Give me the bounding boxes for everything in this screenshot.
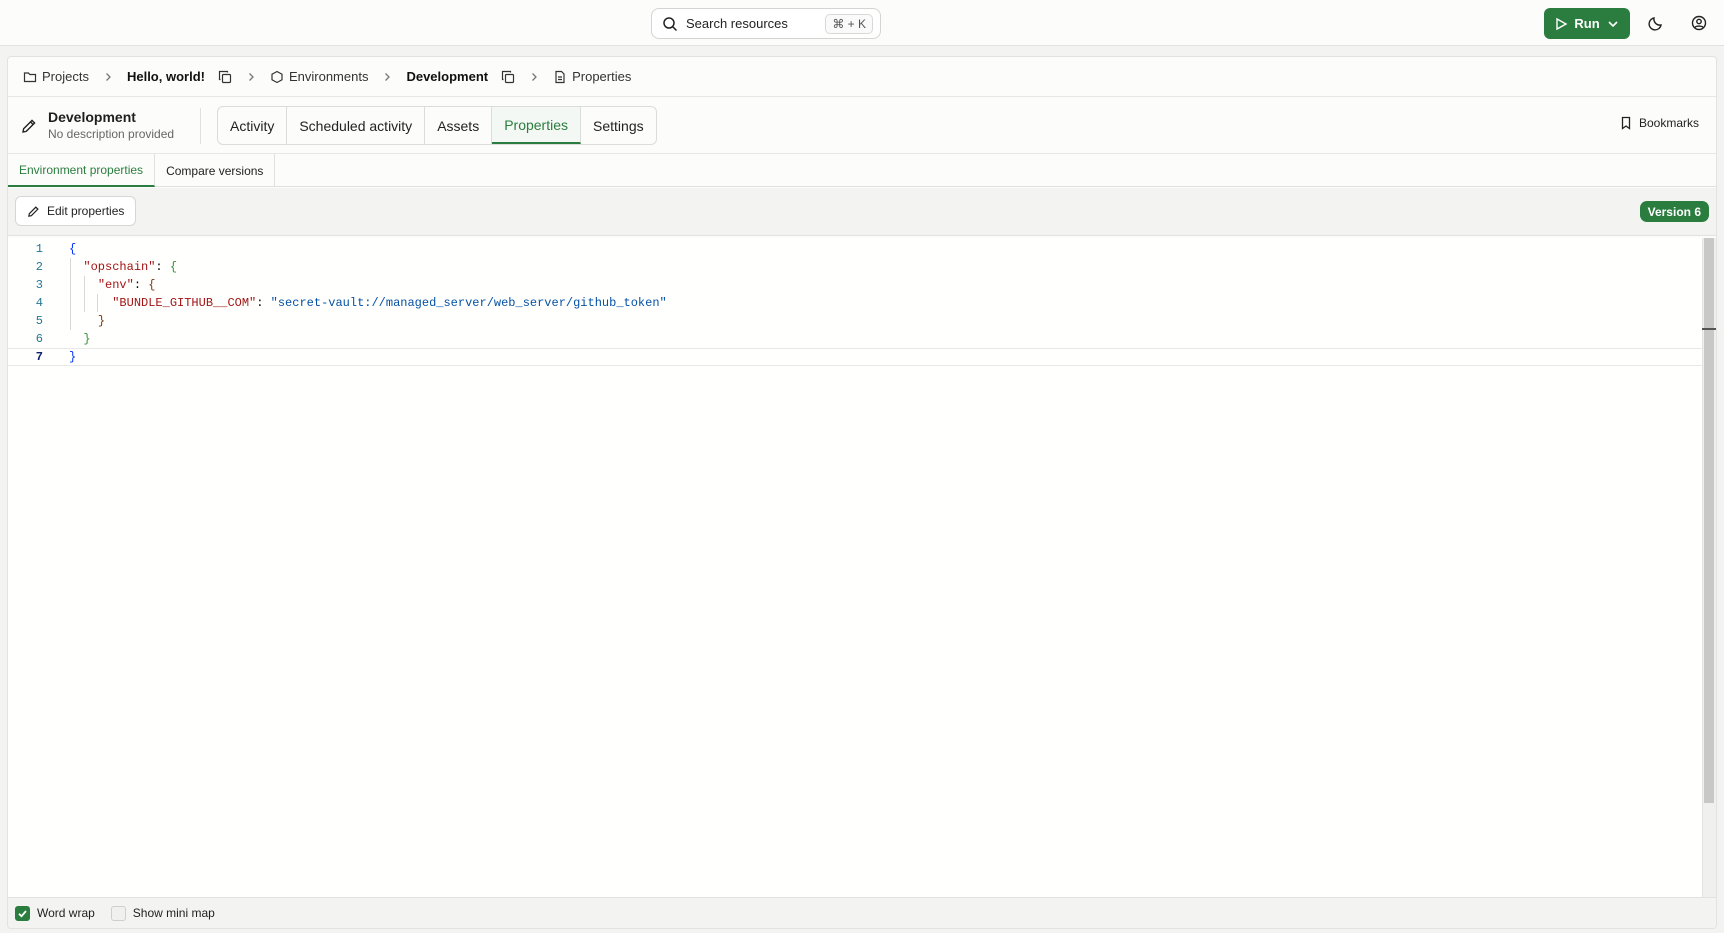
code-line: 1 { (8, 240, 1703, 258)
breadcrumb-properties[interactable]: Properties (553, 69, 631, 84)
breadcrumb-projects[interactable]: Projects (23, 69, 89, 84)
tab-activity[interactable]: Activity (218, 107, 288, 144)
code-line-current: 7 } (8, 348, 1703, 366)
search-shortcut: ⌘ + K (825, 13, 873, 34)
chevron-right-icon (528, 71, 540, 83)
environment-name: Development (48, 109, 136, 125)
line-number: 3 (35, 278, 43, 292)
top-bar: Search resources ⌘ + K Run (0, 0, 1724, 46)
code-line: 5 } (8, 312, 1703, 330)
search-icon (663, 16, 678, 31)
bookmarks-button[interactable]: Bookmarks (1619, 116, 1699, 130)
code-line: 2 "opschain": { (8, 258, 1703, 276)
code-text: { (69, 242, 77, 256)
code-line: 3 "env": { (8, 276, 1703, 294)
code-text: } (69, 350, 77, 364)
tab-scheduled-activity[interactable]: Scheduled activity (287, 107, 426, 144)
pencil-icon[interactable] (20, 117, 38, 135)
run-button[interactable]: Run (1544, 8, 1630, 39)
breadcrumb-project-label: Hello, world! (126, 69, 205, 84)
editor-footer: Word wrap Show mini map (8, 897, 1716, 928)
mini-map-toggle[interactable]: Show mini map (110, 905, 215, 921)
breadcrumb-environment-label: Development (406, 69, 489, 84)
code-text: "opschain": { (83, 260, 178, 274)
code-text: } (97, 314, 106, 328)
copy-icon[interactable] (218, 70, 232, 84)
line-number: 6 (35, 332, 43, 346)
code-editor[interactable]: 1 { 2 "opschain": { 3 "env": { 4 "BUNDLE… (8, 238, 1716, 899)
breadcrumb-project[interactable]: Hello, world! (127, 69, 205, 84)
bookmarks-label: Bookmarks (1638, 116, 1699, 130)
play-icon (1556, 17, 1568, 30)
search-box[interactable]: Search resources ⌘ + K (651, 8, 881, 39)
copy-icon[interactable] (501, 70, 515, 84)
chevron-down-icon (1608, 20, 1618, 27)
editor-scrollbar[interactable] (1702, 238, 1716, 899)
tab-settings[interactable]: Settings (581, 107, 656, 144)
pencil-icon (28, 205, 39, 217)
line-number: 4 (35, 296, 43, 310)
check-icon (18, 909, 27, 918)
version-badge: Version 6 (1639, 201, 1709, 222)
edit-properties-button[interactable]: Edit properties (15, 196, 137, 226)
word-wrap-checkbox[interactable] (15, 905, 30, 921)
chevron-right-icon (102, 71, 114, 83)
theme-toggle-button[interactable] (1646, 13, 1666, 33)
environment-description: No description provided (48, 127, 175, 141)
bookmark-icon (1621, 116, 1631, 130)
account-button[interactable] (1689, 13, 1709, 33)
line-number: 7 (35, 350, 43, 364)
breadcrumb-environment[interactable]: Development (406, 69, 488, 84)
property-subtabs: Environment properties Compare versions (8, 154, 1716, 187)
tab-compare-versions[interactable]: Compare versions (155, 154, 276, 187)
environment-tabs: Activity Scheduled activity Assets Prope… (217, 106, 657, 145)
editor-toolbar: Edit properties Version 6 (8, 188, 1716, 236)
run-button-label: Run (1574, 16, 1600, 31)
chevron-right-icon (245, 71, 257, 83)
environment-header: Development No description provided Acti… (8, 97, 1716, 154)
folder-icon (23, 71, 37, 82)
main-panel: Projects Hello, world! Environments Deve… (7, 56, 1717, 929)
tab-properties[interactable]: Properties (492, 107, 582, 144)
code-line: 4 "BUNDLE_GITHUB__COM": "secret-vault://… (8, 294, 1703, 312)
divider (200, 108, 201, 144)
code-line: 6 } (8, 330, 1703, 348)
breadcrumb-environments[interactable]: Environments (270, 69, 368, 84)
chevron-right-icon (381, 71, 393, 83)
code-text: "env": { (97, 278, 156, 292)
file-icon (555, 70, 565, 83)
mini-map-checkbox[interactable] (110, 905, 126, 921)
mini-map-label: Show mini map (132, 906, 215, 920)
user-circle-icon (1691, 15, 1707, 31)
code-text: } (83, 332, 91, 346)
edit-properties-label: Edit properties (47, 204, 125, 218)
hexagon-icon (271, 70, 283, 83)
line-number: 1 (35, 242, 43, 256)
word-wrap-toggle[interactable]: Word wrap (15, 905, 95, 921)
breadcrumb-properties-label: Properties (572, 69, 632, 84)
breadcrumb: Projects Hello, world! Environments Deve… (8, 57, 1716, 97)
code-text: "BUNDLE_GITHUB__COM": "secret-vault://ma… (112, 296, 667, 310)
scrollbar-thumb[interactable] (1704, 238, 1714, 803)
tab-environment-properties[interactable]: Environment properties (8, 154, 156, 187)
line-number: 5 (35, 314, 43, 328)
breadcrumb-projects-label: Projects (42, 69, 89, 84)
tab-assets[interactable]: Assets (425, 107, 493, 144)
search-placeholder: Search resources (686, 16, 788, 31)
scrollbar-cursor-marker (1702, 328, 1716, 330)
moon-icon (1648, 17, 1662, 31)
word-wrap-label: Word wrap (37, 906, 95, 920)
line-number: 2 (35, 260, 43, 274)
breadcrumb-environments-label: Environments (288, 69, 369, 84)
